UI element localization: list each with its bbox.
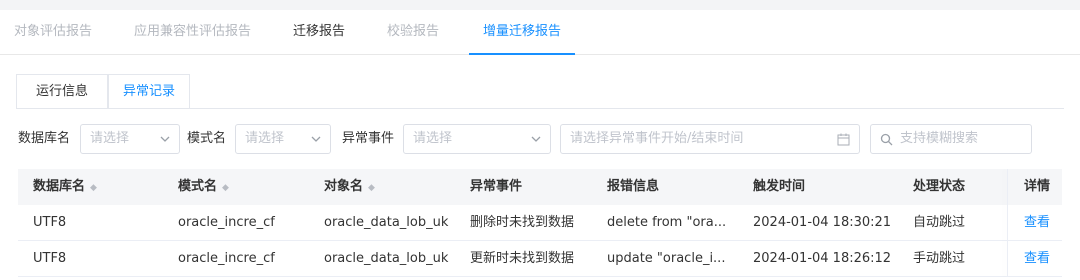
search-input[interactable]: 支持模糊搜索: [870, 124, 1032, 154]
schema-select-placeholder: 请选择: [245, 131, 285, 146]
db-select[interactable]: 请选择: [80, 124, 180, 154]
cell-status: 手动跳过: [913, 251, 966, 266]
col-header-detail: 详情: [1024, 179, 1051, 194]
event-select-placeholder: 请选择: [413, 131, 453, 146]
col-header-error: 报错信息: [607, 179, 660, 194]
sort-icon[interactable]: ◆: [222, 183, 229, 193]
filter-bar: 数据库名 请选择 模式名 请选择 异常事件 请选择 请选择异常事件开始/结束时间…: [0, 124, 1080, 154]
view-detail-link[interactable]: 查看: [1024, 241, 1050, 277]
schema-filter-label: 模式名: [187, 131, 227, 146]
cell-time: 2024-01-04 18:30:21: [753, 215, 892, 230]
schema-select[interactable]: 请选择: [235, 124, 331, 154]
cell-schema: oracle_incre_cf: [178, 215, 275, 230]
calendar-icon: [837, 133, 850, 146]
cell-error: update "oracle_i...: [607, 251, 726, 266]
fixed-column-divider: [1007, 169, 1008, 277]
table-row: UTF8 oracle_incre_cf oracle_data_lob_uk …: [18, 205, 1062, 241]
tab-app-compat-assessment[interactable]: 应用兼容性评估报告: [134, 10, 251, 55]
chevron-down-icon: [160, 136, 170, 142]
col-header-status: 处理状态: [913, 179, 966, 194]
table-row: UTF8 oracle_incre_cf oracle_data_lob_uk …: [18, 241, 1062, 277]
cell-event: 更新时未找到数据: [470, 251, 575, 266]
event-filter-label: 异常事件: [342, 131, 395, 146]
subtab-divider: [16, 108, 1064, 109]
tab-validation-report[interactable]: 校验报告: [387, 10, 439, 55]
subtab-run-info[interactable]: 运行信息: [16, 74, 108, 109]
cell-object: oracle_data_lob_uk: [324, 215, 449, 230]
time-range-placeholder: 请选择异常事件开始/结束时间: [570, 131, 744, 146]
cell-schema: oracle_incre_cf: [178, 251, 275, 266]
col-header-object[interactable]: 对象名 ◆: [324, 169, 375, 205]
db-filter-label: 数据库名: [18, 131, 71, 146]
col-header-db-label: 数据库名: [33, 179, 86, 194]
subtab-exception-records[interactable]: 异常记录: [108, 74, 190, 109]
cell-db: UTF8: [33, 215, 67, 230]
cell-event: 删除时未找到数据: [470, 215, 575, 230]
tab-object-assessment[interactable]: 对象评估报告: [14, 10, 92, 55]
view-detail-link[interactable]: 查看: [1024, 205, 1050, 241]
search-icon: [880, 133, 893, 146]
sort-icon[interactable]: ◆: [368, 183, 375, 193]
col-header-schema[interactable]: 模式名 ◆: [178, 169, 229, 205]
cell-time: 2024-01-04 18:26:12: [753, 251, 892, 266]
col-header-object-label: 对象名: [324, 179, 364, 194]
db-select-placeholder: 请选择: [90, 131, 130, 146]
col-header-time: 触发时间: [753, 179, 806, 194]
time-range-picker[interactable]: 请选择异常事件开始/结束时间: [560, 124, 860, 154]
cell-object: oracle_data_lob_uk: [324, 251, 449, 266]
tab-migration-report[interactable]: 迁移报告: [293, 10, 345, 55]
search-placeholder: 支持模糊搜索: [900, 131, 979, 146]
cell-db: UTF8: [33, 251, 67, 266]
report-tabs: 对象评估报告 应用兼容性评估报告 迁移报告 校验报告 增量迁移报告: [0, 10, 1080, 55]
sort-icon[interactable]: ◆: [90, 183, 97, 193]
cell-error: delete from "ora...: [607, 215, 727, 230]
cell-status: 自动跳过: [913, 215, 966, 230]
chevron-down-icon: [311, 136, 321, 142]
top-strip: [0, 0, 1080, 10]
tab-incremental-migration-report[interactable]: 增量迁移报告: [468, 10, 576, 55]
col-header-event: 异常事件: [470, 179, 523, 194]
event-select[interactable]: 请选择: [403, 124, 551, 154]
col-header-db[interactable]: 数据库名 ◆: [33, 169, 97, 205]
col-header-schema-label: 模式名: [178, 179, 218, 194]
chevron-down-icon: [531, 136, 541, 142]
table-header: 数据库名 ◆ 模式名 ◆ 对象名 ◆ 异常事件 报错信息 触发时间 处理状态 详情: [18, 169, 1062, 205]
